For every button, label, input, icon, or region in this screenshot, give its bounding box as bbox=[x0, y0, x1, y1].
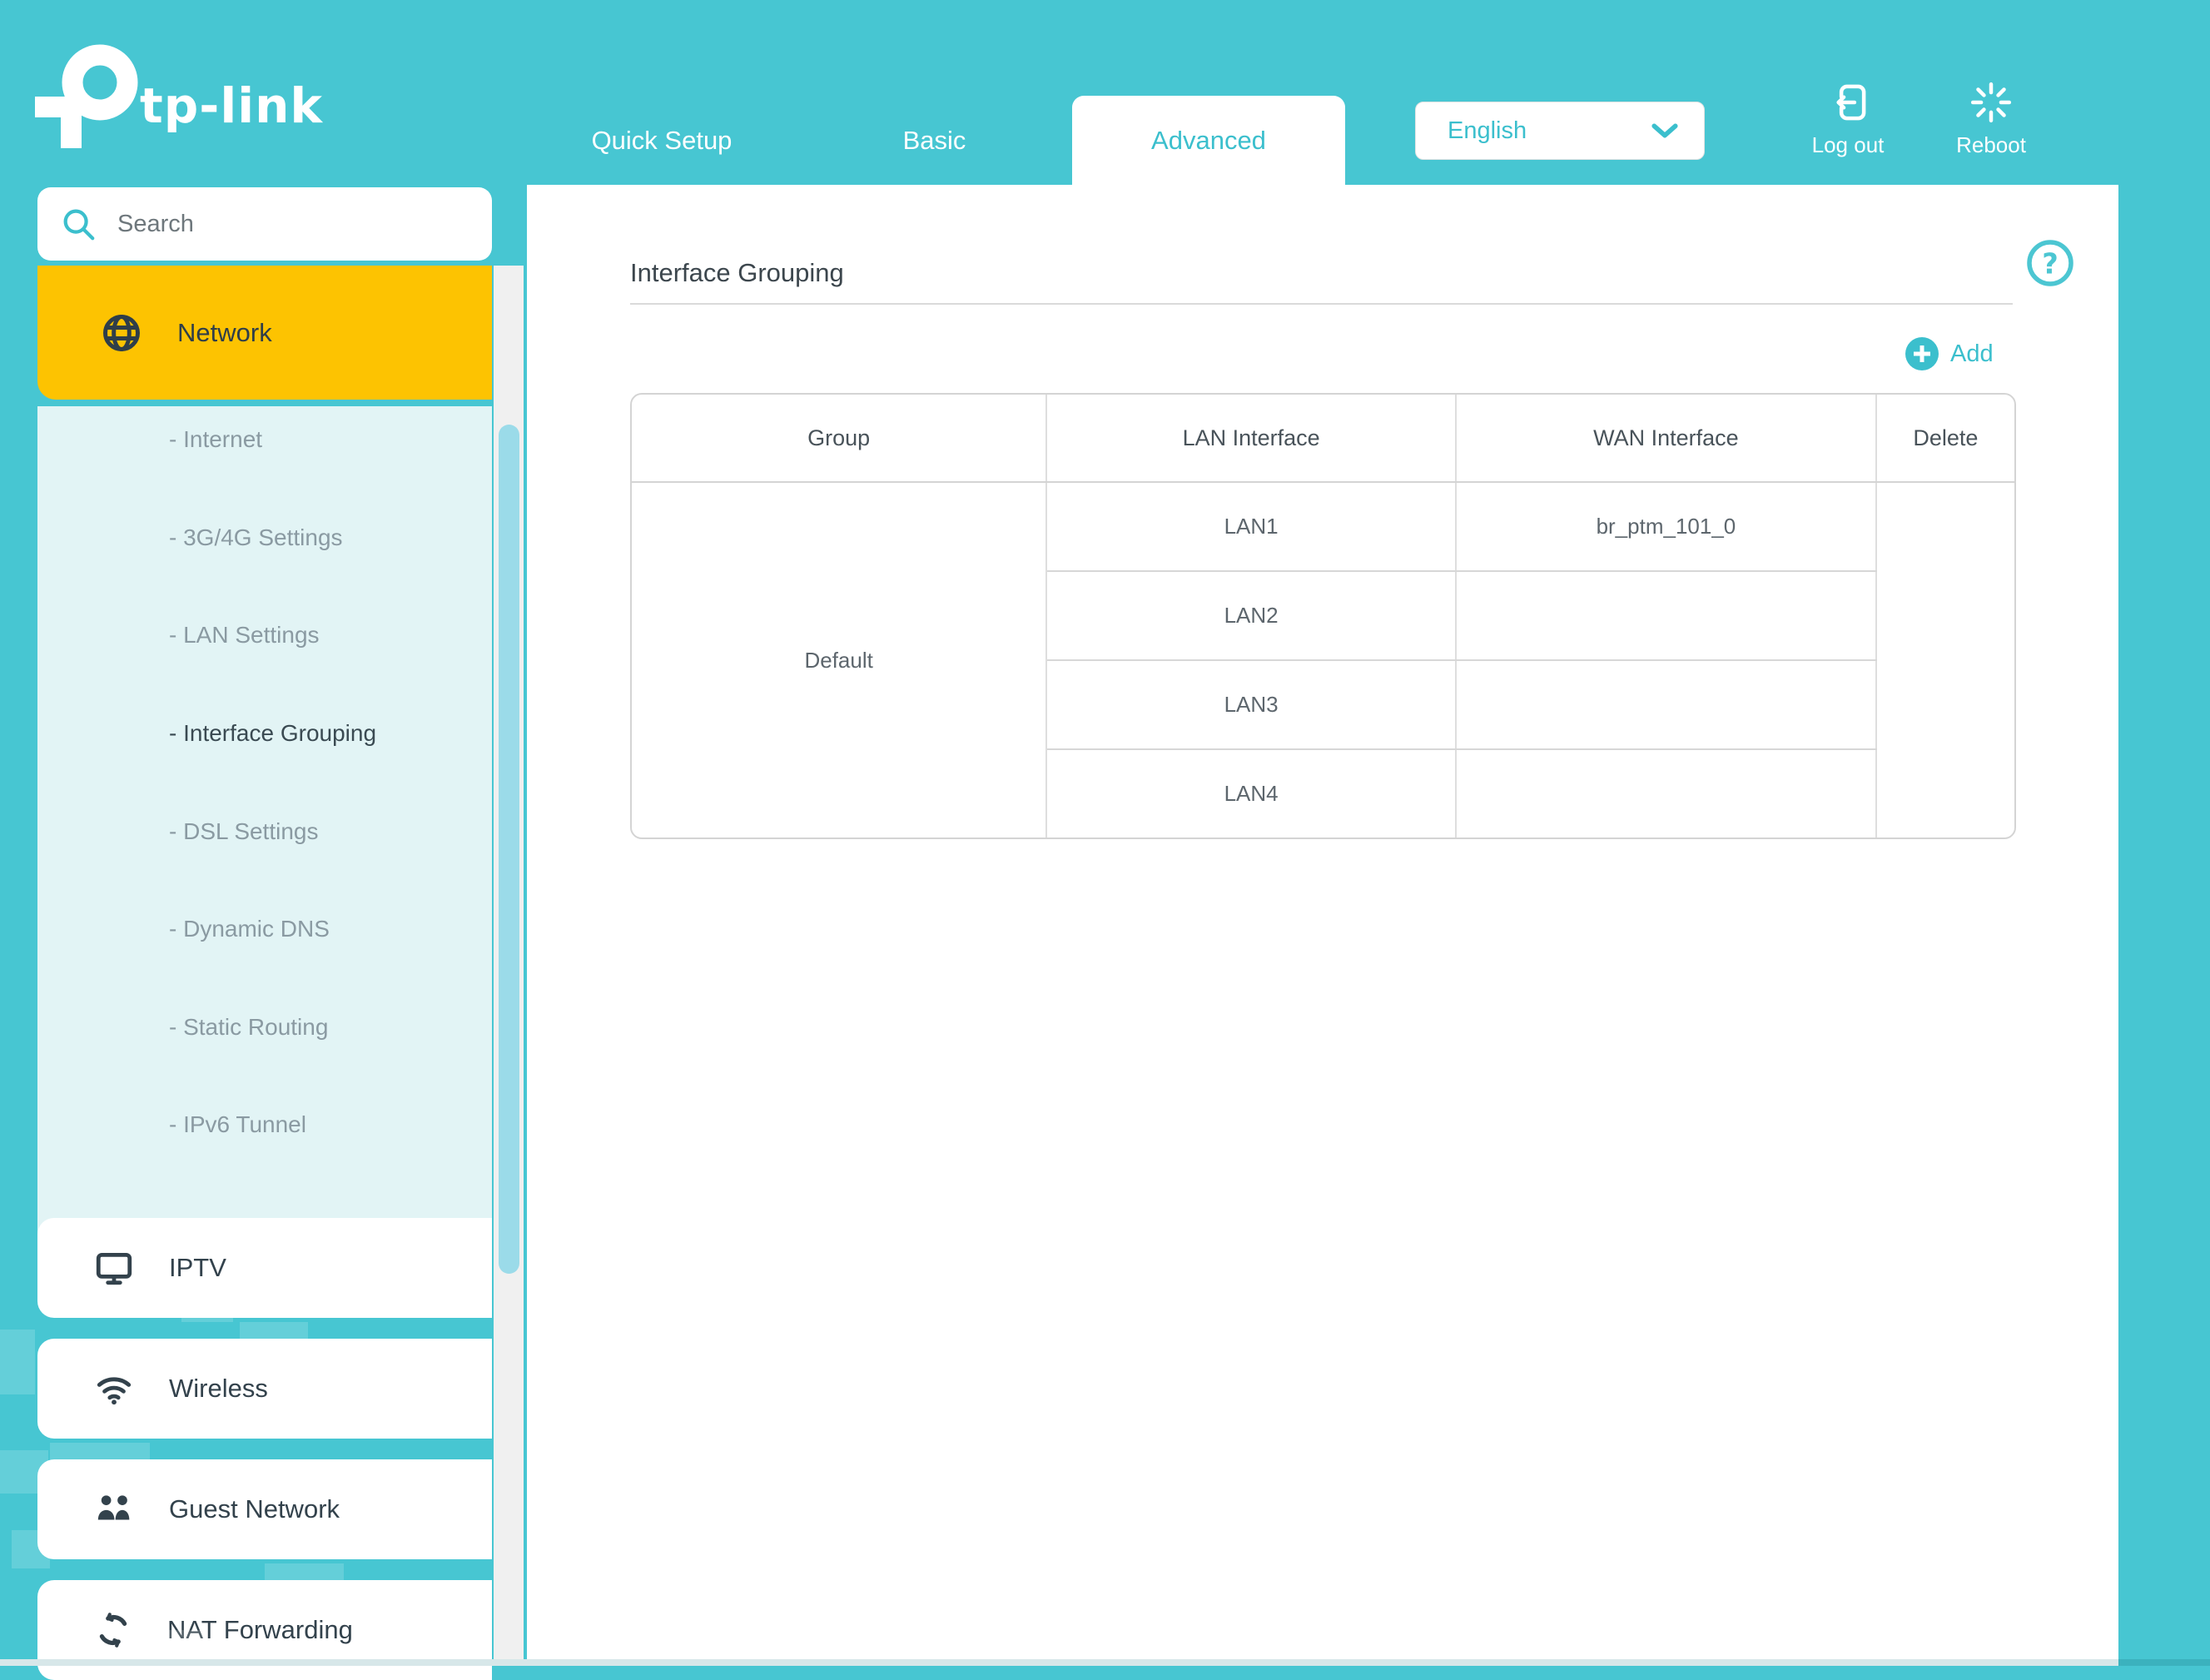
wifi-icon bbox=[93, 1368, 135, 1409]
interface-grouping-table: Group LAN Interface WAN Interface Delete… bbox=[630, 393, 2016, 839]
lan-interface-cell: LAN3 bbox=[1046, 660, 1456, 749]
globe-icon bbox=[100, 311, 143, 355]
sidebar-item-iptv[interactable]: IPTV bbox=[37, 1218, 492, 1318]
submenu-item-dsl-settings[interactable]: - DSL Settings bbox=[169, 818, 318, 845]
search-icon bbox=[59, 205, 97, 243]
column-header-wan: WAN Interface bbox=[1456, 395, 1876, 482]
decor-square bbox=[50, 1443, 150, 1459]
submenu-item-ipv6-tunnel[interactable]: - IPv6 Tunnel bbox=[169, 1111, 306, 1138]
logout-button[interactable]: Log out bbox=[1790, 80, 1906, 158]
logout-label: Log out bbox=[1790, 132, 1906, 158]
submenu-item-interface-grouping[interactable]: - Interface Grouping bbox=[169, 720, 376, 747]
column-header-delete: Delete bbox=[1876, 395, 2014, 482]
sidebar-item-label: Guest Network bbox=[169, 1494, 340, 1524]
lan-interface-cell: LAN2 bbox=[1046, 571, 1456, 660]
sidebar-item-network[interactable]: Network bbox=[37, 266, 492, 400]
search-input[interactable] bbox=[116, 210, 419, 239]
tp-link-logo: tp-link bbox=[33, 43, 325, 150]
main-content-panel: Interface Grouping ? Add Group LAN Inter… bbox=[527, 185, 2118, 1666]
submenu-item-lan-settings[interactable]: - LAN Settings bbox=[169, 622, 320, 649]
add-button-label: Add bbox=[1950, 340, 1994, 368]
tab-advanced[interactable]: Advanced bbox=[1072, 96, 1345, 185]
page-title: Interface Grouping bbox=[630, 258, 844, 288]
table-header-row: Group LAN Interface WAN Interface Delete bbox=[632, 395, 2014, 482]
language-selected-value: English bbox=[1448, 117, 1527, 145]
submenu-item-internet[interactable]: - Internet bbox=[169, 426, 262, 453]
monitor-icon bbox=[93, 1247, 135, 1289]
router-admin-page: { "header": { "brand": "tp-link", "tabs"… bbox=[0, 0, 2210, 1666]
add-button[interactable]: Add bbox=[1905, 336, 1994, 372]
plus-icon bbox=[1905, 337, 1939, 370]
reboot-button[interactable]: Reboot bbox=[1933, 80, 2049, 158]
submenu-item-dynamic-dns[interactable]: - Dynamic DNS bbox=[169, 916, 330, 942]
svg-text:?: ? bbox=[2042, 248, 2059, 281]
sidebar-item-label: Wireless bbox=[169, 1374, 268, 1404]
submenu-item-static-routing[interactable]: - Static Routing bbox=[169, 1014, 328, 1041]
sidebar-search[interactable] bbox=[37, 187, 492, 261]
delete-cell bbox=[1876, 482, 2014, 838]
tab-basic[interactable]: Basic bbox=[812, 96, 1057, 185]
horizontal-scrollbar[interactable] bbox=[0, 1659, 2210, 1666]
decor-square bbox=[0, 1450, 48, 1494]
wan-interface-cell bbox=[1456, 571, 1876, 660]
help-button[interactable]: ? bbox=[2025, 238, 2075, 288]
decor-square bbox=[265, 1563, 344, 1580]
sidebar-item-label: Network bbox=[177, 318, 272, 348]
group-name-cell: Default bbox=[632, 482, 1046, 838]
wan-interface-cell bbox=[1456, 660, 1876, 749]
sidebar-scrollbar-thumb[interactable] bbox=[499, 425, 519, 1274]
column-header-lan: LAN Interface bbox=[1046, 395, 1456, 482]
people-icon bbox=[93, 1489, 135, 1530]
reboot-icon bbox=[1969, 80, 2014, 125]
horizontal-scrollbar-corner bbox=[2118, 1659, 2210, 1666]
language-dropdown[interactable]: English bbox=[1415, 102, 1705, 160]
network-submenu: - Internet - 3G/4G Settings - LAN Settin… bbox=[37, 406, 492, 1260]
title-divider bbox=[630, 303, 2013, 305]
sidebar-item-guest-network[interactable]: Guest Network bbox=[37, 1459, 492, 1559]
wan-interface-cell: br_ptm_101_0 bbox=[1456, 482, 1876, 571]
sidebar-item-label: IPTV bbox=[169, 1253, 226, 1283]
reboot-label: Reboot bbox=[1933, 132, 2049, 158]
lan-interface-cell: LAN1 bbox=[1046, 482, 1456, 571]
svg-text:tp-link: tp-link bbox=[140, 77, 323, 134]
sidebar-item-wireless[interactable]: Wireless bbox=[37, 1339, 492, 1439]
table-row: Default LAN1 br_ptm_101_0 bbox=[632, 482, 2014, 571]
decor-square bbox=[0, 1330, 35, 1394]
column-header-group: Group bbox=[632, 395, 1046, 482]
decor-square bbox=[181, 1309, 233, 1322]
decor-square bbox=[240, 1322, 308, 1339]
submenu-item-3g4g-settings[interactable]: - 3G/4G Settings bbox=[169, 524, 343, 551]
tab-quick-setup[interactable]: Quick Setup bbox=[533, 96, 791, 185]
wan-interface-cell bbox=[1456, 749, 1876, 838]
lan-interface-cell: LAN4 bbox=[1046, 749, 1456, 838]
chevron-down-icon bbox=[1651, 122, 1679, 140]
logout-icon bbox=[1825, 80, 1870, 125]
decor-square bbox=[12, 1530, 50, 1568]
